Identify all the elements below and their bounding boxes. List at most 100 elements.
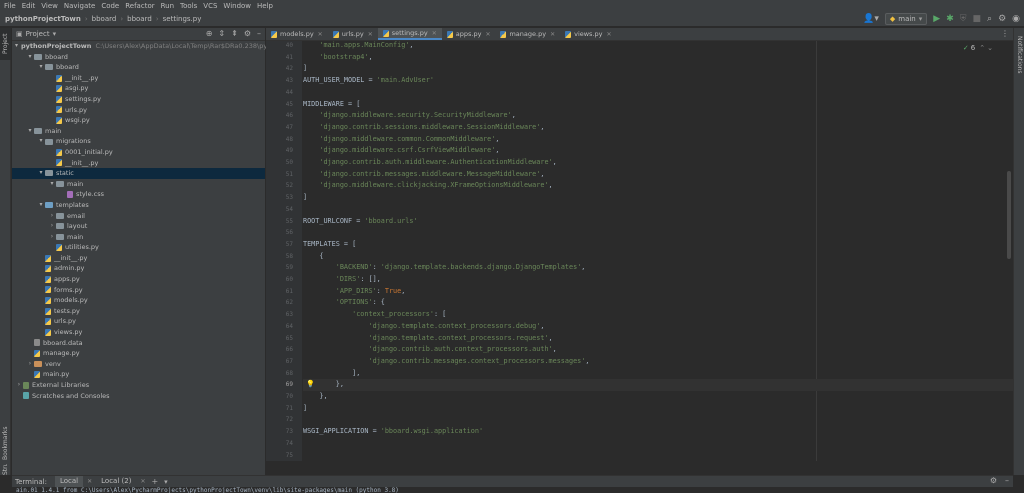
project-tool-tab[interactable]: Project	[0, 28, 11, 60]
chevron-icon[interactable]: ▾	[26, 52, 34, 63]
tree-item[interactable]: urls.py	[12, 105, 265, 116]
tree-item[interactable]: forms.py	[12, 285, 265, 296]
menu-item-run[interactable]: Run	[161, 2, 174, 10]
tree-item[interactable]: ▾ bboard	[12, 62, 265, 73]
tree-item[interactable]: __init__.py	[12, 253, 265, 264]
menu-item-navigate[interactable]: Navigate	[64, 2, 95, 10]
terminal-tab-local[interactable]: Local	[54, 476, 84, 487]
hide-icon[interactable]: –	[257, 29, 261, 38]
chevron-down-icon[interactable]: ▾	[164, 478, 168, 486]
terminal-tab-local-2[interactable]: Local (2)	[96, 476, 136, 487]
tree-item[interactable]: 0001_initial.py	[12, 147, 265, 158]
coverage-icon[interactable]: ⛨	[960, 14, 967, 24]
tree-item[interactable]: Scratches and Consoles	[12, 391, 265, 402]
tree-item[interactable]: __init__.py	[12, 73, 265, 84]
breadcrumb-subfolder[interactable]: bboard	[127, 15, 152, 23]
chevron-icon[interactable]: ▾	[26, 126, 34, 137]
chevron-icon[interactable]: ›	[48, 232, 56, 243]
chevron-down-icon[interactable]: ▾	[53, 30, 57, 38]
inspection-widget[interactable]: ✓ 6 ⌃ ⌄	[963, 44, 993, 52]
menu-item-view[interactable]: View	[41, 2, 58, 10]
tree-item[interactable]: › email	[12, 211, 265, 222]
expand-all-icon[interactable]: ⇕	[218, 29, 225, 38]
editor-tab[interactable]: urls.py ✕	[328, 28, 378, 40]
tree-item[interactable]: __init__.py	[12, 158, 265, 169]
tree-item[interactable]: ▾ main	[12, 126, 265, 137]
close-icon[interactable]: ✕	[87, 478, 92, 485]
tree-item[interactable]: models.py	[12, 295, 265, 306]
tree-item[interactable]: ▾ static	[12, 168, 265, 179]
more-icon[interactable]: ⋮	[1001, 29, 1009, 38]
search-icon[interactable]: ⌕	[987, 14, 992, 24]
tree-item[interactable]: › layout	[12, 221, 265, 232]
tree-item[interactable]: wsgi.py	[12, 115, 265, 126]
tree-item[interactable]: urls.py	[12, 316, 265, 327]
tree-item[interactable]: › main	[12, 232, 265, 243]
code-editor[interactable]: 40 41 42 43 44 45 46 47 48 49 50 51 52 53 54 55 56 57 58 59…	[266, 41, 1013, 461]
bookmarks-tool-tab[interactable]: Bookmarks	[0, 424, 11, 462]
tree-item[interactable]: bboard.data	[12, 338, 265, 349]
gear-icon[interactable]: ⚙	[244, 29, 251, 38]
close-tab-icon[interactable]: ✕	[432, 30, 437, 37]
tree-item[interactable]: ▾ main	[12, 179, 265, 190]
menu-item-tools[interactable]: Tools	[180, 2, 197, 10]
close-tab-icon[interactable]: ✕	[368, 31, 373, 38]
tree-item[interactable]: ▾ pythonProjectTown C:\Users\Alex\AppData\…	[12, 41, 286, 52]
menu-item-window[interactable]: Window	[223, 2, 251, 10]
tree-item[interactable]: settings.py	[12, 94, 265, 105]
breadcrumb-project[interactable]: pythonProjectTown	[5, 15, 81, 23]
chevron-down-icon[interactable]: ⌄	[987, 44, 993, 52]
menu-item-refactor[interactable]: Refactor	[125, 2, 154, 10]
menu-item-help[interactable]: Help	[257, 2, 273, 10]
editor-tab[interactable]: apps.py ✕	[442, 28, 496, 40]
tree-item[interactable]: style.css	[12, 189, 265, 200]
run-icon[interactable]: ▶	[933, 14, 940, 24]
tree-item[interactable]: ▾ templates	[12, 200, 265, 211]
run-configuration-selector[interactable]: ◆ main ▾	[884, 13, 928, 25]
close-tab-icon[interactable]: ✕	[485, 31, 490, 38]
editor-scrollbar[interactable]	[1007, 171, 1011, 259]
editor-tab[interactable]: views.py ✕	[560, 28, 616, 40]
tree-item[interactable]: utilities.py	[12, 242, 265, 253]
tree-item[interactable]: manage.py	[12, 348, 265, 359]
gear-icon[interactable]: ⚙	[990, 476, 997, 485]
hide-icon[interactable]: –	[1005, 476, 1009, 485]
add-icon[interactable]: +	[151, 477, 158, 486]
chevron-icon[interactable]: ▾	[15, 41, 18, 52]
chevron-icon[interactable]: ›	[48, 221, 56, 232]
tree-item[interactable]: main.py	[12, 369, 265, 380]
tree-item[interactable]: ▾ migrations	[12, 136, 265, 147]
editor-tab[interactable]: manage.py ✕	[495, 28, 560, 40]
tree-item[interactable]: asgi.py	[12, 83, 265, 94]
debug-icon[interactable]: ✱	[946, 14, 954, 24]
close-tab-icon[interactable]: ✕	[607, 31, 612, 38]
collapse-all-icon[interactable]: ⇞	[231, 29, 238, 38]
project-panel-title[interactable]: Project	[26, 30, 50, 38]
breadcrumb-file[interactable]: settings.py	[163, 15, 202, 23]
chevron-icon[interactable]: ▾	[37, 200, 45, 211]
tree-item[interactable]: apps.py	[12, 274, 265, 285]
menu-item-code[interactable]: Code	[101, 2, 119, 10]
settings-icon[interactable]: ⚙	[998, 14, 1006, 24]
chevron-up-icon[interactable]: ⌃	[979, 44, 985, 52]
chevron-icon[interactable]: ▾	[37, 62, 45, 73]
tree-item[interactable]: views.py	[12, 327, 265, 338]
chevron-icon[interactable]: ▾	[37, 168, 45, 179]
menu-item-edit[interactable]: Edit	[22, 2, 36, 10]
stop-icon[interactable]: ■	[973, 14, 982, 24]
breadcrumb-folder[interactable]: bboard	[92, 15, 117, 23]
close-tab-icon[interactable]: ✕	[318, 31, 323, 38]
close-icon[interactable]: ✕	[140, 478, 145, 485]
chevron-icon[interactable]: ›	[48, 211, 56, 222]
editor-tab[interactable]: models.py ✕	[266, 28, 328, 40]
tree-item[interactable]: › External Libraries	[12, 380, 265, 391]
chevron-icon[interactable]: ▾	[37, 136, 45, 147]
tree-item[interactable]: tests.py	[12, 306, 265, 317]
chevron-icon[interactable]: ›	[26, 359, 34, 370]
user-icon[interactable]: 👤▾	[863, 14, 879, 24]
tree-item[interactable]: ▾ bboard	[12, 52, 265, 63]
menu-item-vcs[interactable]: VCS	[203, 2, 217, 10]
tree-item[interactable]: › venv	[12, 359, 265, 370]
chevron-icon[interactable]: ▾	[48, 179, 56, 190]
chevron-icon[interactable]: ›	[15, 380, 23, 391]
